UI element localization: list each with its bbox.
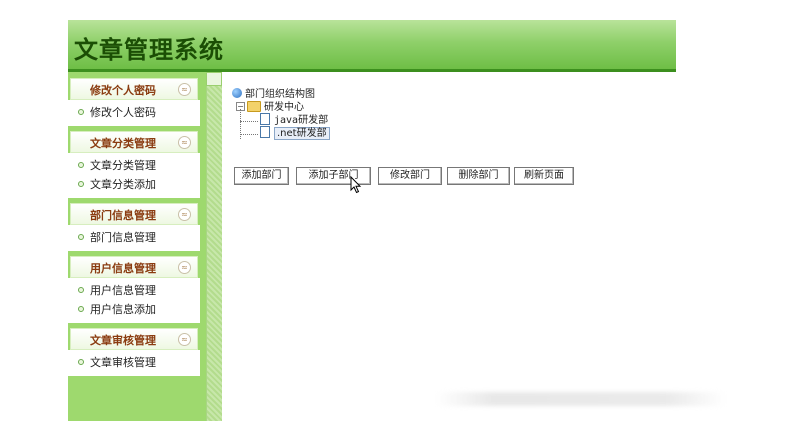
section-title: 文章分类管理 [90, 137, 156, 150]
document-icon [260, 113, 270, 125]
bullet-icon [78, 306, 84, 312]
add-department-button[interactable]: 添加部门 [234, 167, 289, 185]
section-title: 部门信息管理 [90, 209, 156, 222]
sidebar-item-category-add[interactable]: 文章分类添加 [68, 175, 200, 194]
sidebar: 修改个人密码 ≈ 修改个人密码 文章分类管理 ≈ 文章分类管理 文章分类添加 部… [68, 72, 206, 421]
sidebar-item-department-manage[interactable]: 部门信息管理 [68, 228, 200, 247]
frame-splitter[interactable] [206, 72, 222, 421]
sidebar-item-change-password[interactable]: 修改个人密码 [68, 103, 200, 122]
department-tree: 部门组织结构图 − 研发中心 java研发部 .net研发部 [232, 88, 330, 140]
sidebar-section-user[interactable]: 用户信息管理 ≈ [70, 256, 198, 278]
bullet-icon [78, 162, 84, 168]
tree-root[interactable]: 部门组织结构图 [232, 88, 330, 101]
bullet-icon [78, 359, 84, 365]
sidebar-section-department[interactable]: 部门信息管理 ≈ [70, 203, 198, 225]
sidebar-item-user-manage[interactable]: 用户信息管理 [68, 281, 200, 300]
globe-icon [232, 88, 242, 98]
sidebar-section-review[interactable]: 文章审核管理 ≈ [70, 328, 198, 350]
sidebar-item-category-manage[interactable]: 文章分类管理 [68, 156, 200, 175]
edit-department-button[interactable]: 修改部门 [378, 167, 442, 185]
tree-node-center[interactable]: − 研发中心 [232, 100, 330, 114]
collapse-icon[interactable]: ≈ [178, 136, 191, 149]
folder-icon [247, 100, 261, 112]
collapse-icon[interactable]: ≈ [178, 261, 191, 274]
bullet-icon [78, 109, 84, 115]
bullet-icon [78, 234, 84, 240]
sidebar-item-review-manage[interactable]: 文章审核管理 [68, 353, 200, 372]
sidebar-section-category[interactable]: 文章分类管理 ≈ [70, 131, 198, 153]
delete-department-button[interactable]: 删除部门 [447, 167, 510, 185]
section-title: 文章审核管理 [90, 334, 156, 347]
sidebar-section-password[interactable]: 修改个人密码 ≈ [70, 78, 198, 100]
section-title: 用户信息管理 [90, 262, 156, 275]
app-header: 文章管理系统 [68, 20, 676, 72]
app-title: 文章管理系统 [74, 35, 224, 64]
collapse-icon[interactable]: ≈ [178, 83, 191, 96]
refresh-page-button[interactable]: 刷新页面 [514, 167, 574, 185]
watermark [436, 392, 726, 406]
collapse-icon[interactable]: ≈ [178, 208, 191, 221]
collapse-icon[interactable]: ≈ [178, 333, 191, 346]
sidebar-item-user-add[interactable]: 用户信息添加 [68, 300, 200, 319]
section-title: 修改个人密码 [90, 84, 156, 97]
bullet-icon [78, 287, 84, 293]
splitter-toggle[interactable] [206, 72, 222, 86]
selected-node-label: .net研发部 [274, 127, 330, 140]
mouse-cursor-icon [350, 176, 362, 194]
document-icon [260, 126, 270, 138]
bullet-icon [78, 181, 84, 187]
